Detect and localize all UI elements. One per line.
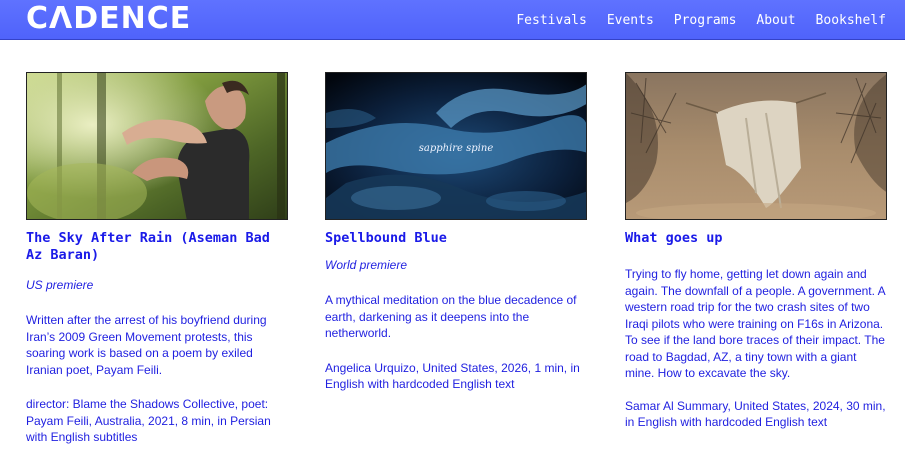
film-title[interactable]: What goes up bbox=[625, 230, 887, 247]
nav-link-bookshelf[interactable]: Bookshelf bbox=[816, 13, 886, 28]
nav-link-festivals[interactable]: Festivals bbox=[516, 13, 586, 28]
film-title[interactable]: Spellbound Blue bbox=[325, 230, 587, 247]
film-description: Written after the arrest of his boyfrien… bbox=[26, 313, 267, 377]
film-still-desert-cloth bbox=[626, 73, 886, 219]
top-navigation-bar: CΛDENCE Festivals Events Programs About … bbox=[0, 0, 905, 40]
film-title[interactable]: The Sky After Rain (Aseman Bad Az Baran) bbox=[26, 230, 288, 264]
film-credits: Angelica Urquizo, United States, 2026, 1… bbox=[325, 360, 580, 392]
film-card: sapphire spine Spellbound Blue World pre… bbox=[325, 72, 587, 393]
film-thumbnail[interactable]: sapphire spine bbox=[325, 72, 587, 220]
premiere-label: World premiere bbox=[325, 258, 408, 272]
premiere-label: US premiere bbox=[26, 278, 94, 292]
nav-link-events[interactable]: Events bbox=[607, 13, 654, 28]
film-description: Trying to fly home, getting let down aga… bbox=[625, 267, 885, 380]
film-credits: Samar Al Summary, United States, 2024, 3… bbox=[625, 398, 886, 430]
film-card: What goes up Trying to fly home, getting… bbox=[625, 72, 887, 431]
site-logo[interactable]: CΛDENCE bbox=[26, 2, 191, 36]
film-still-forest-dancer bbox=[27, 73, 287, 219]
film-thumbnail[interactable] bbox=[26, 72, 288, 220]
film-description: A mythical meditation on the blue decade… bbox=[325, 293, 577, 340]
nav-link-about[interactable]: About bbox=[756, 13, 795, 28]
film-thumbnail[interactable] bbox=[625, 72, 887, 220]
film-credits: director: Blame the Shadows Collective, … bbox=[26, 397, 271, 444]
thumbnail-caption: sapphire spine bbox=[418, 143, 494, 154]
nav-link-programs[interactable]: Programs bbox=[674, 13, 737, 28]
nav-links: Festivals Events Programs About Bookshel… bbox=[516, 0, 886, 40]
film-card: The Sky After Rain (Aseman Bad Az Baran)… bbox=[26, 72, 288, 446]
